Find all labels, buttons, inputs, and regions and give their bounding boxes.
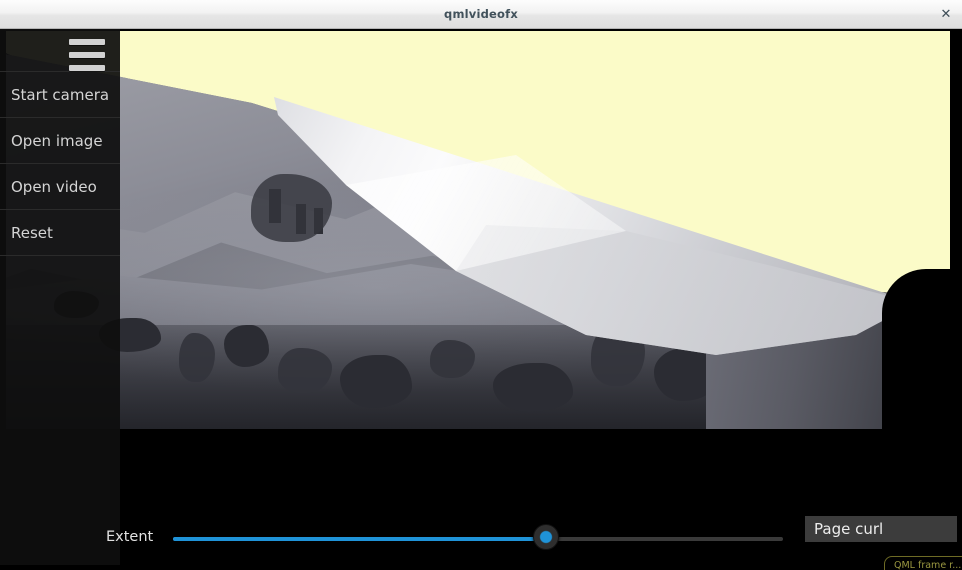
extent-slider[interactable] bbox=[173, 534, 783, 544]
sidebar-item-label: Start camera bbox=[11, 86, 109, 104]
sidebar-menu: Start camera Open image Open video Reset bbox=[0, 29, 120, 565]
stage-bottom-edge bbox=[6, 429, 950, 431]
sidebar-item-open-image[interactable]: Open image bbox=[0, 118, 120, 164]
page-curl-effect-stage[interactable] bbox=[6, 31, 950, 431]
effect-selector-button[interactable]: Page curl bbox=[805, 516, 957, 542]
slider-fill bbox=[173, 537, 545, 541]
hamburger-icon[interactable] bbox=[60, 34, 114, 76]
client-area: Start camera Open image Open video Reset… bbox=[0, 29, 962, 570]
sidebar-item-reset[interactable]: Reset bbox=[0, 210, 120, 256]
effect-selector-label: Page curl bbox=[814, 520, 883, 538]
sidebar-item-start-camera[interactable]: Start camera bbox=[0, 72, 120, 118]
extent-label: Extent bbox=[106, 529, 153, 545]
hamburger-bar bbox=[69, 39, 105, 45]
sidebar-item-label: Reset bbox=[11, 224, 53, 242]
hamburger-bar bbox=[69, 52, 105, 58]
window-title: qmlvideofx bbox=[444, 7, 518, 21]
close-icon[interactable]: ✕ bbox=[934, 3, 958, 25]
sidebar-item-open-video[interactable]: Open video bbox=[0, 164, 120, 210]
curl-drop-shadow bbox=[882, 269, 950, 431]
title-bar: qmlvideofx ✕ bbox=[0, 0, 962, 29]
video-canvas-frame bbox=[0, 29, 962, 433]
frame-rate-label: QML frame r... bbox=[894, 560, 962, 570]
slider-handle[interactable] bbox=[533, 524, 559, 550]
application-window: qmlvideofx ✕ bbox=[0, 0, 962, 570]
sidebar-item-label: Open image bbox=[11, 132, 103, 150]
sidebar-item-label: Open video bbox=[11, 178, 97, 196]
frame-rate-indicator: QML frame r... 25.95 bbox=[884, 556, 962, 570]
hamburger-bar bbox=[69, 65, 105, 71]
control-bar bbox=[0, 433, 962, 570]
